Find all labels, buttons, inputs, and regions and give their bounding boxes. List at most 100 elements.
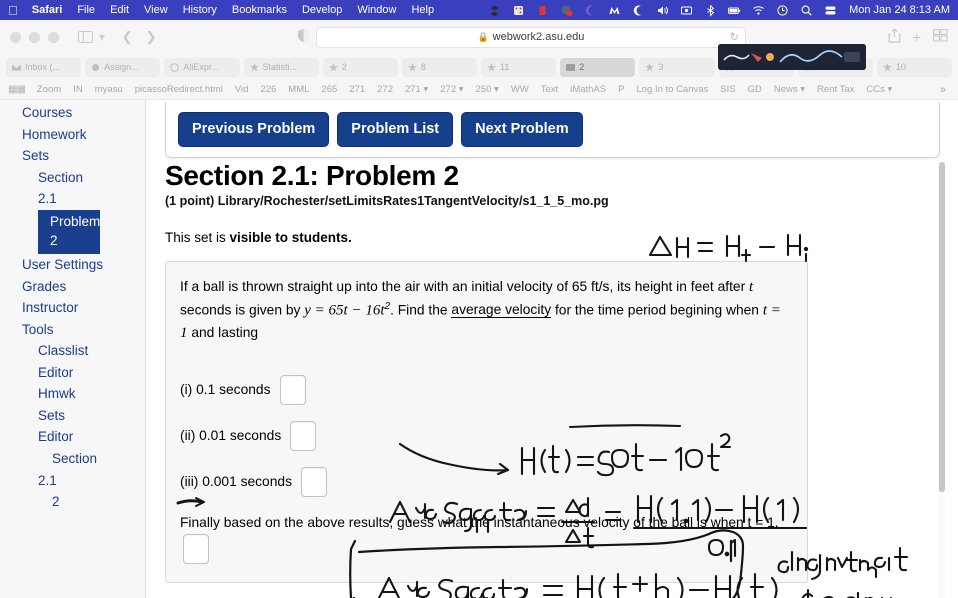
bookmark-folder-272[interactable]: 272 ▾: [434, 84, 469, 95]
share-icon[interactable]: [888, 28, 901, 46]
apps-grid-icon[interactable]: ▦▦: [6, 84, 31, 95]
previous-problem-button[interactable]: Previous Problem: [178, 112, 330, 147]
answer-field-i[interactable]: [279, 374, 306, 405]
browser-tab-active[interactable]: 2: [560, 57, 636, 77]
malwarebytes-icon[interactable]: [608, 4, 621, 17]
dropbox-icon[interactable]: [488, 4, 501, 17]
sidebar-item-instructor[interactable]: Instructor: [0, 297, 145, 319]
sidebar-item-tools[interactable]: Tools: [0, 319, 145, 341]
bookmark-mml[interactable]: MML: [282, 84, 315, 95]
answer-field-final[interactable]: [183, 534, 209, 565]
bluetooth-icon[interactable]: [704, 4, 717, 17]
tab-overview-icon[interactable]: [933, 29, 948, 45]
bookmark-rent-tax[interactable]: Rent Tax: [811, 84, 860, 95]
browser-tab[interactable]: 10: [876, 57, 953, 77]
bookmark-canvas-login[interactable]: Log In to Canvas: [630, 84, 714, 95]
timemachine-icon[interactable]: [776, 4, 789, 17]
browser-tab[interactable]: 3: [639, 57, 715, 77]
bookmarks-overflow-button[interactable]: »: [934, 84, 952, 96]
annotation-toolbar-overlay[interactable]: [718, 44, 866, 70]
menu-item-bookmarks[interactable]: Bookmarks: [232, 4, 287, 16]
menu-item-file[interactable]: File: [77, 4, 95, 16]
search-icon[interactable]: [800, 4, 813, 17]
bookmark-265[interactable]: 265: [315, 84, 343, 95]
bookmark-in[interactable]: IN: [67, 84, 89, 95]
dice-icon[interactable]: [512, 4, 525, 17]
chevron-down-icon[interactable]: ▾: [99, 30, 105, 44]
sidebar-item-grades[interactable]: Grades: [0, 276, 145, 298]
bookmark-272[interactable]: 272: [371, 84, 399, 95]
answer-field-ii[interactable]: [290, 420, 317, 451]
sidebar-item-section-number[interactable]: 2.1: [0, 188, 145, 210]
privacy-shield-icon[interactable]: [297, 28, 310, 46]
sidebar-item-classlist[interactable]: Classlist: [0, 340, 145, 362]
bookmark-p[interactable]: P: [612, 84, 630, 95]
close-window-button[interactable]: [10, 31, 21, 43]
moon-purple-icon[interactable]: [584, 4, 597, 17]
menu-item-view[interactable]: View: [144, 4, 168, 16]
bookmark-sis[interactable]: SIS: [714, 84, 741, 95]
sidebar-item-section[interactable]: Section: [0, 167, 145, 189]
menu-item-safari[interactable]: Safari: [32, 4, 63, 16]
bookmark-zoom[interactable]: Zoom: [31, 84, 67, 95]
bookmark-folder-250[interactable]: 250 ▾: [470, 84, 505, 95]
volume-icon[interactable]: [656, 4, 669, 17]
page-scrollbar-thumb[interactable]: [939, 162, 945, 492]
sidebar-toggle-icon[interactable]: [73, 26, 97, 48]
sidebar-item-classlist-editor[interactable]: Editor: [0, 362, 145, 384]
bookmark-picasso[interactable]: picassoRedirect.html: [129, 84, 229, 95]
browser-tab[interactable]: Statisti...: [243, 57, 319, 77]
problem-list-button[interactable]: Problem List: [337, 112, 454, 147]
crescent-moon-icon[interactable]: [632, 4, 645, 17]
browser-tab[interactable]: 8: [401, 57, 478, 77]
next-problem-button[interactable]: Next Problem: [461, 112, 583, 147]
browser-tab[interactable]: Assign...: [85, 57, 161, 77]
bookmark-271[interactable]: 271: [343, 84, 371, 95]
back-arrow-icon[interactable]: ❮: [115, 26, 139, 48]
bookmark-226[interactable]: 226: [254, 84, 282, 95]
bookmark-vid[interactable]: Vid: [229, 84, 255, 95]
maximize-window-button[interactable]: [48, 31, 59, 43]
url-input[interactable]: 🔒 webwork2.asu.edu ↻: [315, 26, 746, 48]
browser-tab[interactable]: 11: [481, 57, 557, 77]
sidebar-item-homework[interactable]: Homework: [0, 124, 145, 146]
browser-tab[interactable]: Inbox (...: [6, 57, 82, 77]
menu-bar-clock[interactable]: Mon Jan 24 8:13 AM: [849, 4, 950, 16]
sidebar-item-editor-section-number[interactable]: 2.1: [0, 470, 145, 492]
display-icon[interactable]: [680, 4, 693, 17]
menu-item-edit[interactable]: Edit: [110, 4, 129, 16]
battery-icon[interactable]: [728, 4, 741, 17]
forward-arrow-icon[interactable]: ❯: [139, 26, 163, 48]
sidebar-item-problem-2-active[interactable]: Problem 2: [38, 209, 100, 254]
reload-icon[interactable]: ↻: [730, 31, 739, 44]
browser-tab[interactable]: AliExpr...: [164, 57, 240, 77]
sidebar-item-user-settings[interactable]: User Settings: [0, 254, 145, 276]
bookmark-gd[interactable]: GD: [742, 84, 768, 95]
menu-item-help[interactable]: Help: [411, 4, 434, 16]
battery-app-icon[interactable]: [536, 4, 549, 17]
sidebar-item-hmwk[interactable]: Hmwk: [0, 383, 145, 405]
menu-item-window[interactable]: Window: [357, 4, 396, 16]
controlcenter-icon[interactable]: [824, 4, 837, 17]
sidebar-item-hmwk-editor[interactable]: Editor: [0, 426, 145, 448]
minimize-window-button[interactable]: [29, 31, 40, 43]
bookmark-myasu[interactable]: myasu: [89, 84, 129, 95]
bookmark-folder-271[interactable]: 271 ▾: [399, 84, 434, 95]
sidebar-item-editor-section[interactable]: Section: [0, 448, 145, 470]
sidebar-item-sets[interactable]: Sets: [0, 145, 145, 167]
bookmark-folder-ccs[interactable]: CCs ▾: [860, 84, 898, 95]
menu-item-history[interactable]: History: [183, 4, 217, 16]
sidebar-item-editor-problem-2[interactable]: 2: [0, 491, 145, 513]
sidebar-item-hmwk-sets[interactable]: Sets: [0, 405, 145, 427]
sidebar-item-courses[interactable]: Courses: [0, 102, 145, 124]
bookmark-imathas[interactable]: iMathAS: [564, 84, 612, 95]
new-tab-icon[interactable]: +: [913, 29, 921, 45]
menu-item-develop[interactable]: Develop: [302, 4, 342, 16]
globe-badge-icon[interactable]: [560, 4, 573, 17]
browser-tab[interactable]: 2: [322, 57, 398, 77]
apple-icon[interactable]: : [8, 4, 18, 17]
bookmark-folder-news[interactable]: News ▾: [768, 84, 811, 95]
answer-field-iii[interactable]: [300, 466, 327, 497]
bookmark-text[interactable]: Text: [535, 84, 564, 95]
wifi-icon[interactable]: [752, 4, 765, 17]
